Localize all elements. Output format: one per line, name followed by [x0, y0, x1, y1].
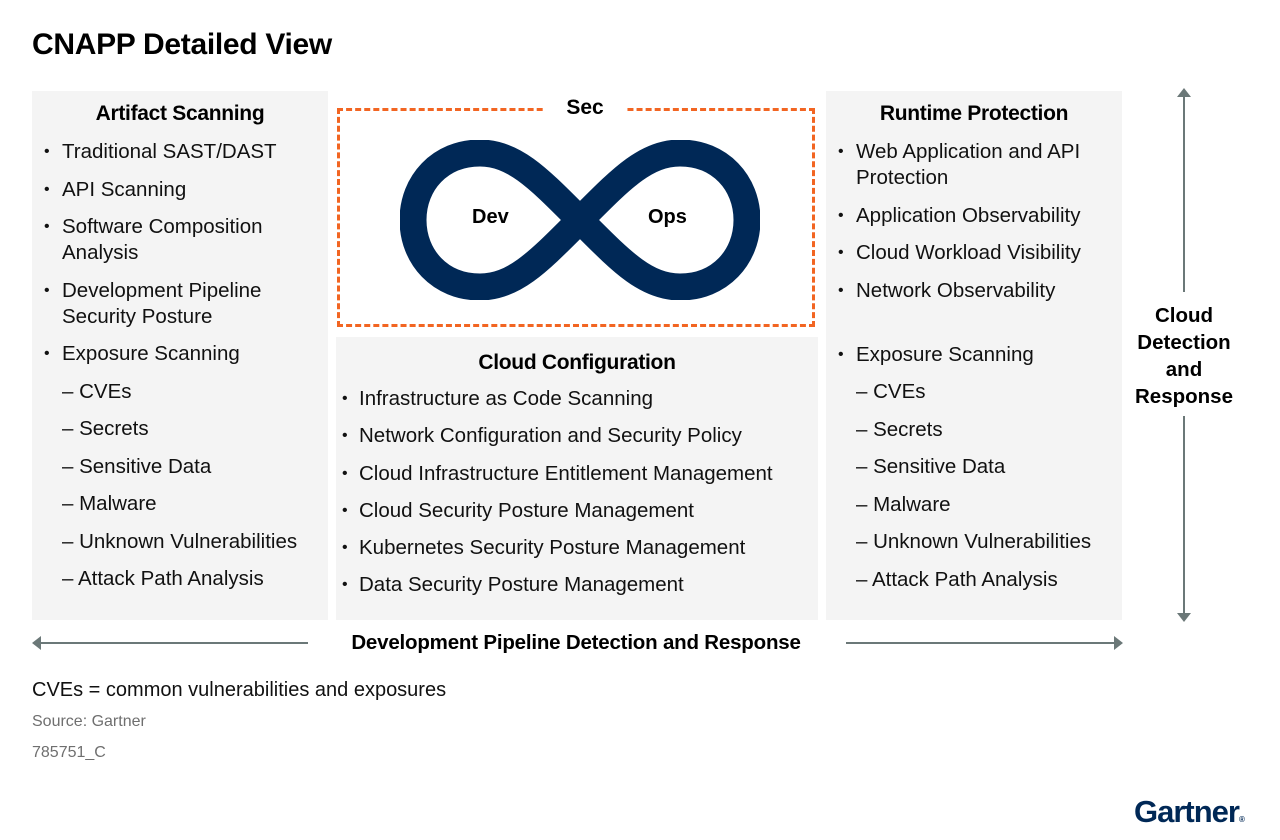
sub-list-item: – Secrets: [856, 417, 943, 441]
sub-list-item: – Attack Path Analysis: [856, 567, 1058, 591]
devops-infinity-icon: [400, 140, 760, 300]
list-item: Application Observability: [826, 203, 1096, 229]
arrow-up-icon: [1177, 88, 1191, 97]
list-item: Exposure Scanning: [826, 342, 1096, 368]
sub-list-item: – Malware: [62, 492, 157, 515]
list-item: Software Composition Analysis: [32, 214, 298, 266]
sub-list-item: – Unknown Vulnerabilities: [62, 529, 298, 553]
ops-label: Ops: [648, 206, 687, 228]
runtime-protection-list: Web Application and API Protection Applic…: [826, 139, 1122, 593]
list-item: Exposure Scanning: [32, 341, 298, 367]
cloud-configuration-list: Infrastructure as Code Scanning Network C…: [336, 386, 818, 598]
list-item: Cloud Security Posture Management: [336, 498, 818, 524]
list-item: Cloud Workload Visibility: [826, 240, 1096, 266]
list-item: Development Pipeline Security Posture: [32, 278, 298, 330]
registered-mark: ®: [1238, 815, 1245, 824]
pipeline-detection-response-label: Development Pipeline Detection and Respo…: [351, 631, 801, 654]
list-item: Network Observability: [826, 278, 1096, 304]
sub-list-item: – Unknown Vulnerabilities: [856, 530, 1092, 553]
list-item: API Scanning: [32, 177, 298, 203]
arrow-down-icon: [1177, 613, 1191, 622]
arrow-left-icon: [32, 636, 41, 650]
sub-list-item: – Secrets: [62, 417, 149, 440]
artifact-scanning-panel: Artifact Scanning Traditional SAST/DAST A…: [32, 91, 328, 620]
list-item: Infrastructure as Code Scanning: [336, 386, 818, 412]
sub-list-item: – CVEs: [856, 380, 926, 403]
artifact-scanning-heading: Artifact Scanning: [95, 102, 265, 125]
list-item: Data Security Posture Management: [336, 572, 818, 598]
cloud-configuration-panel: Cloud Configuration Infrastructure as Co…: [336, 337, 818, 620]
sub-list-item: – Attack Path Analysis: [62, 567, 264, 590]
infinity-loop: [400, 140, 760, 300]
artifact-scanning-list: Traditional SAST/DAST API Scanning Softwar…: [32, 139, 328, 592]
source-note: Source: Gartner: [32, 713, 146, 730]
sec-label: Sec: [545, 96, 625, 120]
cloud-detection-response-label: Cloud Detection and Response: [1135, 304, 1233, 408]
sub-list-item: – Sensitive Data: [856, 455, 1006, 478]
list-item: Cloud Infrastructure Entitlement Managem…: [336, 461, 818, 487]
page-title: CNAPP Detailed View: [32, 28, 332, 61]
dev-label: Dev: [472, 206, 509, 228]
list-item: Network Configuration and Security Polic…: [336, 423, 818, 449]
figure-id: 785751_C: [32, 744, 106, 761]
list-item: Web Application and API Protection: [826, 139, 1096, 191]
runtime-protection-panel: Runtime Protection Web Application and A…: [826, 91, 1122, 620]
sub-list-item: – CVEs: [62, 379, 132, 403]
gartner-logo: Gartner®: [1134, 794, 1245, 830]
runtime-protection-heading: Runtime Protection: [879, 102, 1069, 125]
cve-footnote: CVEs = common vulnerabilities and exposu…: [32, 679, 447, 701]
arrow-right-icon: [1114, 636, 1123, 650]
list-item: Kubernetes Security Posture Management: [336, 535, 818, 561]
sub-list-item: – Malware: [856, 492, 951, 516]
gartner-logo-text: Gartner: [1134, 794, 1240, 829]
sub-list-item: – Sensitive Data: [62, 454, 212, 478]
cloud-configuration-heading: Cloud Configuration: [478, 351, 676, 374]
list-item: Traditional SAST/DAST: [32, 139, 298, 165]
